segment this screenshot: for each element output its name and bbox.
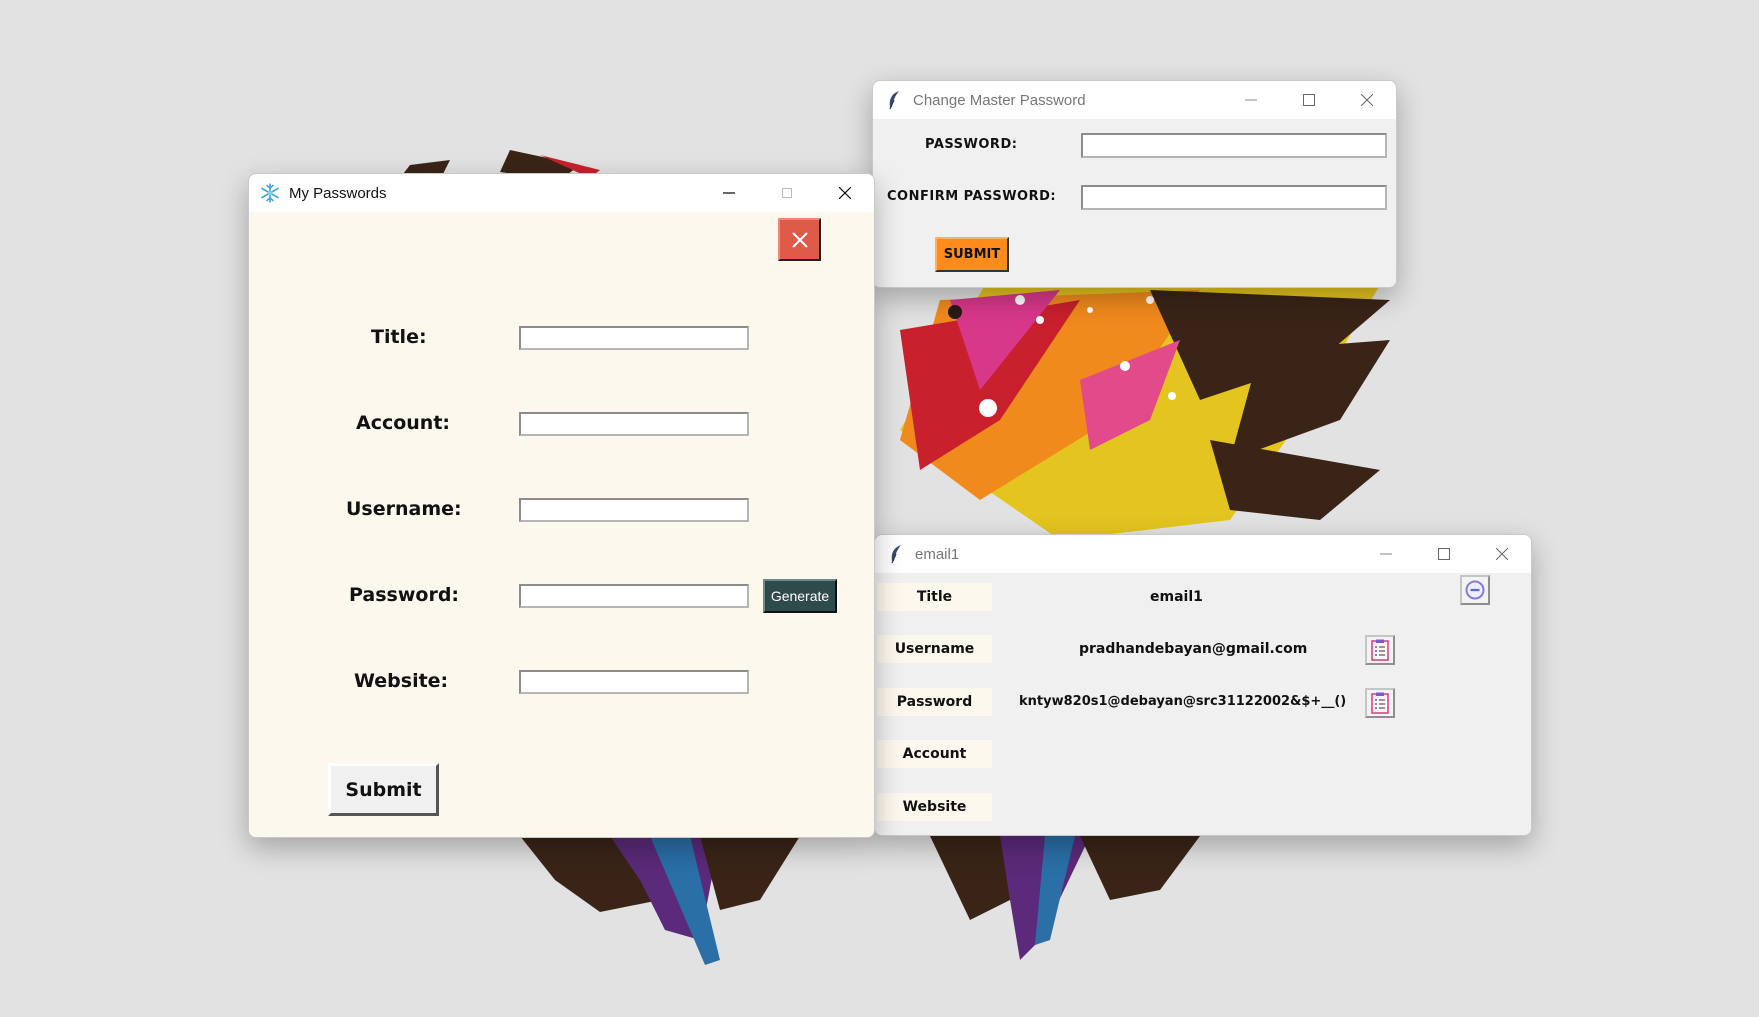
title-field-label: Title <box>877 583 992 611</box>
titlebar[interactable]: email1 <box>875 535 1531 573</box>
title-label: Title: <box>371 326 427 348</box>
website-input[interactable] <box>519 670 749 694</box>
maximize-button[interactable] <box>758 174 816 212</box>
maximize-icon <box>1438 548 1450 560</box>
password-input[interactable] <box>519 584 749 608</box>
titlebar[interactable]: Change Master Password <box>873 81 1396 119</box>
username-field-value: pradhandebayan@gmail.com <box>1079 641 1308 657</box>
account-field-label: Account <box>877 740 992 768</box>
generate-button[interactable]: Generate <box>763 579 837 613</box>
submit-button-label: SUBMIT <box>943 247 1001 262</box>
entry-detail-window: email1 Title email1 Username pradhandeba… <box>874 534 1532 836</box>
submit-button-label: Submit <box>345 778 422 801</box>
title-input[interactable] <box>519 326 749 350</box>
copy-password-button[interactable] <box>1365 688 1395 718</box>
feather-icon <box>883 89 905 111</box>
minimize-icon <box>723 192 735 194</box>
minimize-icon <box>1245 99 1257 101</box>
close-icon <box>791 231 808 248</box>
close-icon <box>1361 94 1373 106</box>
snowflake-icon <box>259 182 281 204</box>
confirm-password-label: CONFIRM PASSWORD: <box>887 189 1057 204</box>
window-title: Change Master Password <box>913 91 1086 109</box>
window-title: email1 <box>915 545 960 563</box>
generate-button-label: Generate <box>770 588 830 604</box>
website-label: Website: <box>354 670 449 692</box>
close-button[interactable] <box>1338 81 1396 119</box>
delete-entry-button[interactable] <box>1460 575 1490 605</box>
entry-details: Title email1 Username pradhandebayan@gma… <box>875 573 1531 835</box>
maximize-button[interactable] <box>1415 535 1473 573</box>
clipboard-icon <box>1371 639 1389 661</box>
minus-circle-icon <box>1465 580 1485 600</box>
maximize-button[interactable] <box>1280 81 1338 119</box>
change-master-password-window: Change Master Password PASSWORD: CONFIRM… <box>872 80 1397 288</box>
close-icon <box>839 187 851 199</box>
minimize-button[interactable] <box>1222 81 1280 119</box>
minimize-icon <box>1380 553 1392 555</box>
password-input[interactable] <box>1081 133 1387 158</box>
my-passwords-window: My Passwords Title: Account: Username: P… <box>248 173 875 838</box>
password-field-label: Password <box>877 688 992 716</box>
close-button[interactable] <box>1473 535 1531 573</box>
password-label: Password: <box>349 584 460 606</box>
minimize-button[interactable] <box>700 174 758 212</box>
window-title: My Passwords <box>289 184 387 202</box>
username-input[interactable] <box>519 498 749 522</box>
account-input[interactable] <box>519 412 749 436</box>
submit-button[interactable]: SUBMIT <box>935 237 1009 272</box>
username-field-label: Username <box>877 635 992 663</box>
confirm-password-input[interactable] <box>1081 185 1387 210</box>
title-field-value: email1 <box>1150 589 1203 605</box>
maximize-icon <box>1303 94 1315 106</box>
account-label: Account: <box>356 412 451 434</box>
titlebar[interactable]: My Passwords <box>249 174 874 212</box>
password-field-value: kntyw820s1@debayan@src31122002&$+__() <box>1019 694 1347 709</box>
minimize-button[interactable] <box>1357 535 1415 573</box>
close-button[interactable] <box>816 174 874 212</box>
clipboard-icon <box>1371 692 1389 714</box>
password-form: Title: Account: Username: Password: Gene… <box>249 212 874 837</box>
submit-button[interactable]: Submit <box>328 763 439 816</box>
password-label: PASSWORD: <box>925 137 1018 152</box>
username-label: Username: <box>346 498 462 520</box>
copy-username-button[interactable] <box>1365 635 1395 665</box>
maximize-icon <box>782 188 792 198</box>
feather-icon <box>885 543 907 565</box>
website-field-label: Website <box>877 793 992 821</box>
close-form-button[interactable] <box>778 218 821 261</box>
close-icon <box>1496 548 1508 560</box>
master-form: PASSWORD: CONFIRM PASSWORD: SUBMIT <box>873 119 1396 287</box>
